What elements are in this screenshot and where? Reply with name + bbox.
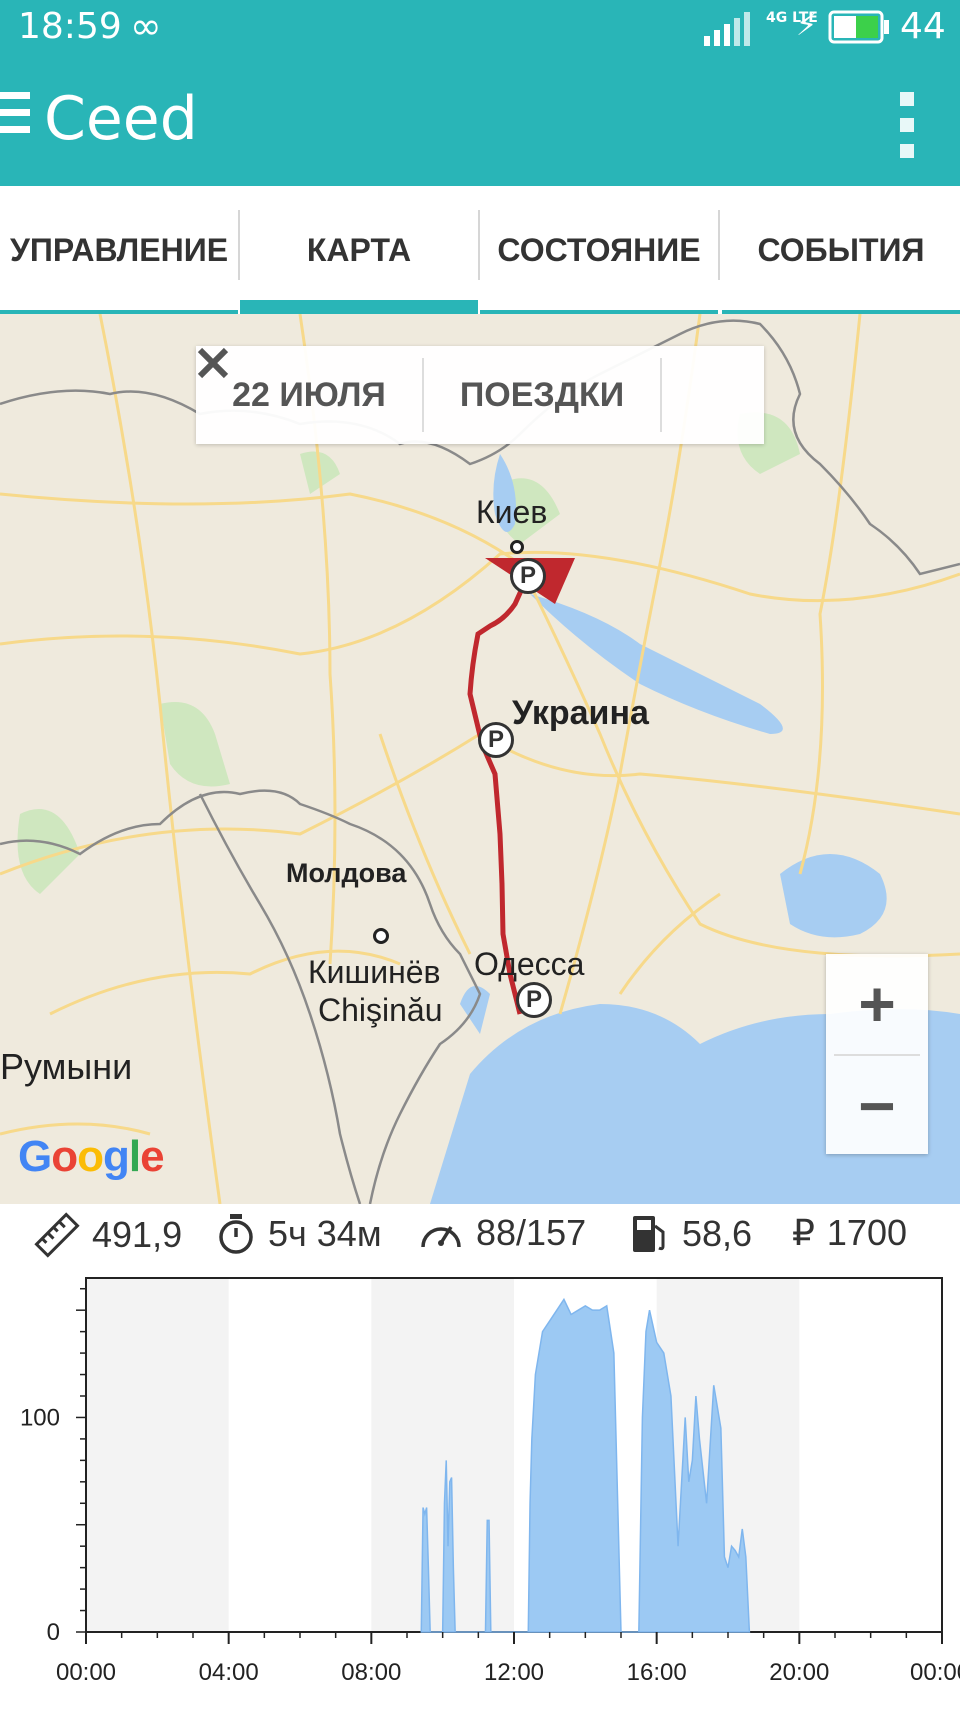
charging-icon: ⚡: [796, 8, 818, 43]
battery-percent: 44: [900, 6, 946, 47]
chart-x-tick-label: 12:00: [484, 1659, 544, 1686]
parking-marker-odessa[interactable]: P: [516, 982, 552, 1018]
chart-x-tick-label: 20:00: [769, 1659, 829, 1686]
zoom-out-button[interactable]: −: [826, 1056, 928, 1156]
infinity-icon: ∞: [130, 4, 162, 48]
google-logo: Google: [18, 1132, 165, 1181]
map-label-kiev: Киев: [476, 494, 548, 530]
zoom-in-button[interactable]: +: [826, 954, 928, 1054]
stat-fuel: 58,6: [630, 1212, 752, 1256]
forest-areas: [17, 412, 800, 894]
tab-status[interactable]: СОСТОЯНИЕ: [480, 186, 718, 314]
tab-divider: [718, 210, 720, 280]
map-label-chisinau-ru: Кишинёв: [308, 954, 441, 990]
signal-icon: [700, 10, 760, 50]
chart-y-tick-label: 0: [47, 1619, 60, 1646]
chart-shaded-band: [86, 1278, 229, 1632]
speedometer-icon: [418, 1213, 464, 1253]
map-label-chisinau-ro: Chişinău: [318, 992, 443, 1028]
parking-marker-mid[interactable]: P: [478, 722, 514, 758]
tab-bar: УПРАВЛЕНИЕ КАРТА СОСТОЯНИЕ СОБЫТИЯ: [0, 186, 960, 315]
zoom-controls: + −: [826, 954, 928, 1154]
trip-stats: 491,9 5ч 34м 88/157 58,6 ₽ 1700: [0, 1204, 960, 1270]
app-title: Ceed: [44, 84, 198, 154]
tab-label: СОБЫТИЯ: [757, 231, 925, 268]
plus-icon: +: [858, 968, 896, 1040]
map-label-ukraine: Украина: [512, 694, 649, 732]
duration-value: 5ч 34м: [268, 1213, 382, 1254]
menu-icon[interactable]: [0, 92, 30, 143]
tab-label: СОСТОЯНИЕ: [497, 231, 701, 268]
chart-x-tick-label: 04:00: [199, 1659, 259, 1686]
speed-chart: 0 100 00:00 04:00 08:00 12:00 16:00 20:00 00:00: [0, 1270, 960, 1707]
app-bar: Ceed: [0, 62, 960, 186]
parking-marker-kiev[interactable]: P: [510, 558, 546, 594]
speed-value: 88/157: [476, 1212, 587, 1253]
tab-events[interactable]: СОБЫТИЯ: [722, 186, 960, 314]
chart-x-tick-label: 00:00: [910, 1659, 960, 1686]
stat-distance: 491,9: [34, 1212, 182, 1258]
chisinau-city-dot: [373, 928, 389, 944]
chart-y-tick-label: 100: [20, 1404, 60, 1431]
stopwatch-icon: [216, 1212, 256, 1256]
stat-cost: ₽ 1700: [792, 1212, 907, 1254]
stat-duration: 5ч 34м: [216, 1212, 382, 1256]
cost-value: 1700: [826, 1212, 907, 1253]
tab-label: КАРТА: [306, 231, 412, 268]
stat-speed: 88/157: [418, 1212, 586, 1254]
speed-chart-svg: 0 100 00:00 04:00 08:00 12:00 16:00 20:00 00:00: [20, 1277, 960, 1686]
battery-icon: [828, 10, 890, 48]
map-label-moldova: Молдова: [286, 858, 407, 888]
tab-label: УПРАВЛЕНИЕ: [9, 231, 229, 268]
map-canvas: [0, 314, 960, 1204]
minus-icon: −: [858, 1070, 896, 1142]
map-label-romania: Румыни: [0, 1046, 133, 1087]
map-filter-bar: 22 ИЮЛЯ ПОЕЗДКИ: [196, 346, 764, 444]
fuel-pump-icon: [630, 1212, 670, 1256]
fuel-value: 58,6: [682, 1213, 753, 1254]
map-view[interactable]: Киев Украина Молдова Кишинёв Chişinău Од…: [0, 314, 960, 1204]
more-options-icon[interactable]: [900, 92, 914, 170]
tab-map[interactable]: КАРТА: [240, 186, 478, 314]
chart-x-tick-label: 08:00: [341, 1659, 401, 1686]
status-bar: 18:59 ∞ 4G LTE ⚡ 44: [0, 0, 960, 62]
ruble-icon: ₽: [792, 1212, 815, 1253]
close-filter-button[interactable]: [197, 346, 762, 444]
kiev-city-dot: [510, 540, 524, 554]
chart-x-tick-label: 00:00: [56, 1659, 116, 1686]
tab-control[interactable]: УПРАВЛЕНИЕ: [0, 186, 238, 314]
status-time: 18:59: [18, 6, 122, 47]
chart-x-tick-label: 16:00: [627, 1659, 687, 1686]
ruler-icon: [34, 1212, 80, 1258]
distance-value: 491,9: [92, 1214, 183, 1255]
trips-filter-button[interactable]: ПОЕЗДКИ: [424, 346, 660, 444]
map-label-odessa: Одесса: [474, 946, 585, 982]
